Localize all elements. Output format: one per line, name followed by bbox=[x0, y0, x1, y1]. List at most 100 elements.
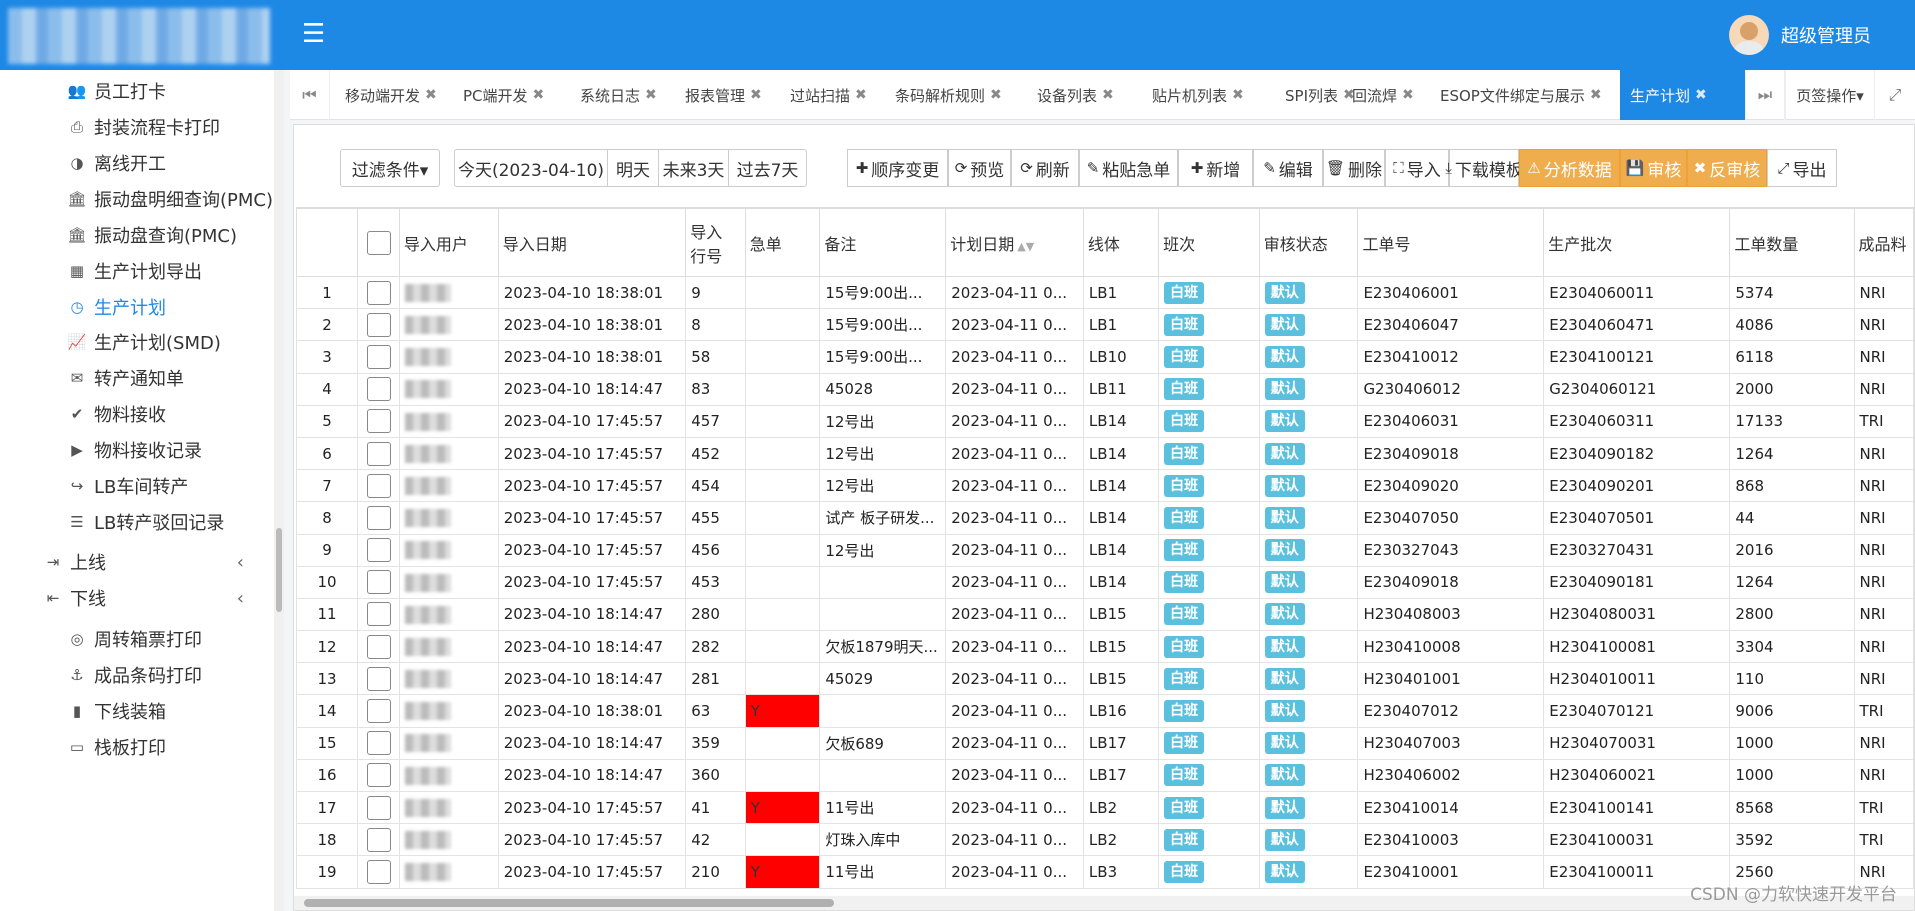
table-row[interactable]: 12 2023-04-10 18:14:47 282 欠板1879明天... 2023-… bbox=[296, 630, 1914, 664]
filter-dropdown[interactable]: 过滤条件▾ bbox=[340, 149, 440, 187]
date-filter-button-0[interactable]: 今天(2023-04-10) bbox=[454, 149, 608, 187]
close-icon[interactable]: ✖ bbox=[1402, 87, 1414, 103]
table-row[interactable]: 18 2023-04-10 17:45:57 42 灯珠入库中 2023-04-11 0… bbox=[296, 823, 1914, 857]
tab-1[interactable]: PC端开发 ✖ bbox=[453, 70, 570, 120]
table-row[interactable]: 19 2023-04-10 17:45:57 210 Y 11号出 2023-04-11 … bbox=[296, 855, 1914, 889]
sort-icon[interactable]: ▲▼ bbox=[1017, 240, 1034, 253]
date-filter-button-3[interactable]: 过去7天 bbox=[728, 149, 807, 187]
table-row[interactable]: 8 2023-04-10 17:45:57 455 试产 板子研发... 2023-04… bbox=[296, 501, 1914, 535]
toolbar-action-1[interactable]: ⟳ 预览 bbox=[948, 149, 1011, 187]
sidebar-item-18[interactable]: ▭ 栈板打印 bbox=[0, 726, 276, 768]
column-header-6[interactable]: 线体 bbox=[1082, 208, 1160, 277]
row-checkbox[interactable] bbox=[366, 409, 391, 434]
page-ops-dropdown[interactable]: 页签操作▾ bbox=[1785, 70, 1875, 120]
toolbar-action-5[interactable]: ✎ 编辑 bbox=[1253, 149, 1323, 187]
column-header-11[interactable]: 工单数量 bbox=[1729, 208, 1855, 277]
table-row[interactable]: 11 2023-04-10 18:14:47 280 2023-04-11 0... L… bbox=[296, 597, 1914, 632]
table-row[interactable]: 7 2023-04-10 17:45:57 454 12号出 2023-04-11 0.… bbox=[296, 469, 1914, 503]
menu-toggle-icon[interactable]: ☰ bbox=[302, 21, 330, 47]
column-header-0[interactable]: 导入用户 bbox=[398, 208, 499, 277]
table-row[interactable]: 4 2023-04-10 18:14:47 83 45028 2023-04-11 0.… bbox=[296, 372, 1914, 406]
row-checkbox[interactable] bbox=[366, 731, 391, 756]
column-header-8[interactable]: 审核状态 bbox=[1258, 208, 1359, 277]
row-checkbox[interactable] bbox=[366, 377, 391, 402]
table-row[interactable]: 9 2023-04-10 17:45:57 456 12号出 2023-04-11 0.… bbox=[296, 533, 1914, 567]
table-row[interactable]: 14 2023-04-10 18:38:01 63 Y 2023-04-11 0... L… bbox=[296, 694, 1914, 728]
tab-9[interactable]: 回流焊 ✖ bbox=[1342, 70, 1430, 120]
toolbar-action-7[interactable]: ⛶ 导入 bbox=[1385, 149, 1449, 187]
tab-7[interactable]: 贴片机列表 ✖ bbox=[1142, 70, 1275, 120]
table-scrollbar-thumb[interactable] bbox=[304, 899, 834, 907]
row-checkbox[interactable] bbox=[366, 505, 391, 530]
row-checkbox[interactable] bbox=[366, 795, 391, 820]
tab-prev-button[interactable]: ⏮ bbox=[290, 70, 330, 120]
sidebar-scrollbar[interactable] bbox=[274, 70, 284, 911]
table-row[interactable]: 6 2023-04-10 17:45:57 452 12号出 2023-04-11 0.… bbox=[296, 436, 1914, 471]
tab-10[interactable]: ESOP文件绑定与展示 ✖ bbox=[1430, 70, 1620, 120]
table-row[interactable]: 15 2023-04-10 18:14:47 359 欠板689 2023-04-11 … bbox=[296, 726, 1914, 760]
tab-2[interactable]: 系统日志 ✖ bbox=[570, 70, 675, 120]
close-icon[interactable]: ✖ bbox=[425, 87, 437, 103]
toolbar-action-11[interactable]: ✖ 反审核 bbox=[1687, 149, 1767, 187]
tab-4[interactable]: 过站扫描 ✖ bbox=[780, 70, 885, 120]
table-row[interactable]: 5 2023-04-10 17:45:57 457 12号出 2023-04-11 0.… bbox=[296, 404, 1914, 438]
toolbar-action-4[interactable]: ✚ 新增 bbox=[1178, 149, 1253, 187]
toolbar-action-3[interactable]: ✎ 粘贴急单 bbox=[1079, 149, 1178, 187]
tab-3[interactable]: 报表管理 ✖ bbox=[675, 70, 780, 120]
table-row[interactable]: 10 2023-04-10 17:45:57 453 2023-04-11 0... L… bbox=[296, 565, 1914, 599]
tab-11[interactable]: 生产计划 ✖ bbox=[1620, 70, 1745, 120]
toolbar-action-8[interactable]: ⤓ 下载模板 bbox=[1445, 149, 1523, 187]
table-row[interactable]: 2 2023-04-10 18:38:01 8 15号9:00出... 2023-04-… bbox=[296, 308, 1914, 342]
table-row[interactable]: 3 2023-04-10 18:38:01 58 15号9:00出... 2023-04… bbox=[296, 340, 1914, 374]
row-checkbox[interactable] bbox=[366, 634, 391, 659]
table-row[interactable]: 16 2023-04-10 18:14:47 360 2023-04-11 0... L… bbox=[296, 758, 1914, 793]
column-header-2[interactable]: 导入 行号 bbox=[685, 208, 746, 277]
column-header-9[interactable]: 工单号 bbox=[1357, 208, 1545, 277]
table-horizontal-scrollbar[interactable] bbox=[294, 896, 1914, 910]
sidebar-scrollbar-thumb[interactable] bbox=[276, 528, 282, 612]
close-icon[interactable]: ✖ bbox=[1232, 87, 1244, 103]
toolbar-action-0[interactable]: ✚ 顺序变更 bbox=[847, 149, 948, 187]
column-header-10[interactable]: 生产批次 bbox=[1543, 208, 1731, 277]
close-icon[interactable]: ✖ bbox=[990, 87, 1002, 103]
toolbar-action-2[interactable]: ⟳ 刷新 bbox=[1011, 149, 1079, 187]
table-row[interactable]: 1 2023-04-10 18:38:01 9 15号9:00出... 2023-04-… bbox=[296, 275, 1914, 310]
close-icon[interactable]: ✖ bbox=[855, 87, 867, 103]
row-checkbox[interactable] bbox=[366, 570, 391, 595]
column-header-3[interactable]: 急单 bbox=[744, 208, 821, 277]
sidebar-item-14[interactable]: ⇤ 下线 ‹ bbox=[0, 577, 276, 619]
toolbar-action-9[interactable]: ⚠ 分析数据 bbox=[1519, 149, 1620, 187]
toolbar-action-10[interactable]: 💾 审核 bbox=[1620, 149, 1687, 187]
toolbar-action-6[interactable]: 🗑 删除 bbox=[1323, 149, 1385, 187]
date-filter-button-2[interactable]: 未来3天 bbox=[658, 149, 729, 187]
column-header-4[interactable]: 备注 bbox=[819, 208, 947, 277]
column-header-7[interactable]: 班次 bbox=[1158, 208, 1260, 277]
tab-next-button[interactable]: ⏭ bbox=[1745, 70, 1785, 120]
avatar[interactable] bbox=[1729, 15, 1769, 55]
row-checkbox[interactable] bbox=[366, 441, 391, 466]
user-name[interactable]: 超级管理员 bbox=[1781, 22, 1871, 48]
table-row[interactable]: 17 2023-04-10 17:45:57 41 Y 11号出 2023-04-11 0… bbox=[296, 790, 1914, 825]
row-checkbox[interactable] bbox=[366, 763, 391, 788]
tab-8[interactable]: SPI列表 ✖ bbox=[1275, 70, 1355, 120]
row-checkbox[interactable] bbox=[366, 344, 391, 369]
tab-0[interactable]: 移动端开发 ✖ bbox=[335, 70, 453, 120]
close-icon[interactable]: ✖ bbox=[1695, 87, 1707, 103]
fullscreen-button[interactable]: ⤢ bbox=[1875, 70, 1915, 120]
close-icon[interactable]: ✖ bbox=[750, 87, 762, 103]
row-checkbox[interactable] bbox=[366, 666, 391, 691]
toolbar-action-12[interactable]: ⤢ 导出 bbox=[1767, 149, 1837, 187]
close-icon[interactable]: ✖ bbox=[645, 87, 657, 103]
row-checkbox[interactable] bbox=[366, 538, 391, 563]
user-menu[interactable]: 超级管理员 bbox=[1729, 14, 1915, 56]
column-header-5[interactable]: 计划日期 ▲▼ bbox=[945, 208, 1084, 277]
column-header-1[interactable]: 导入日期 bbox=[497, 208, 687, 277]
close-icon[interactable]: ✖ bbox=[1102, 87, 1114, 103]
sidebar-item-12[interactable]: ☰ LB转产驳回记录 bbox=[0, 501, 276, 543]
select-all-checkbox[interactable] bbox=[366, 230, 391, 255]
row-checkbox[interactable] bbox=[366, 312, 391, 337]
row-checkbox[interactable] bbox=[366, 473, 391, 498]
tab-6[interactable]: 设备列表 ✖ bbox=[1027, 70, 1142, 120]
column-header-12[interactable]: 成品料 bbox=[1853, 208, 1914, 277]
row-checkbox[interactable] bbox=[366, 602, 391, 627]
